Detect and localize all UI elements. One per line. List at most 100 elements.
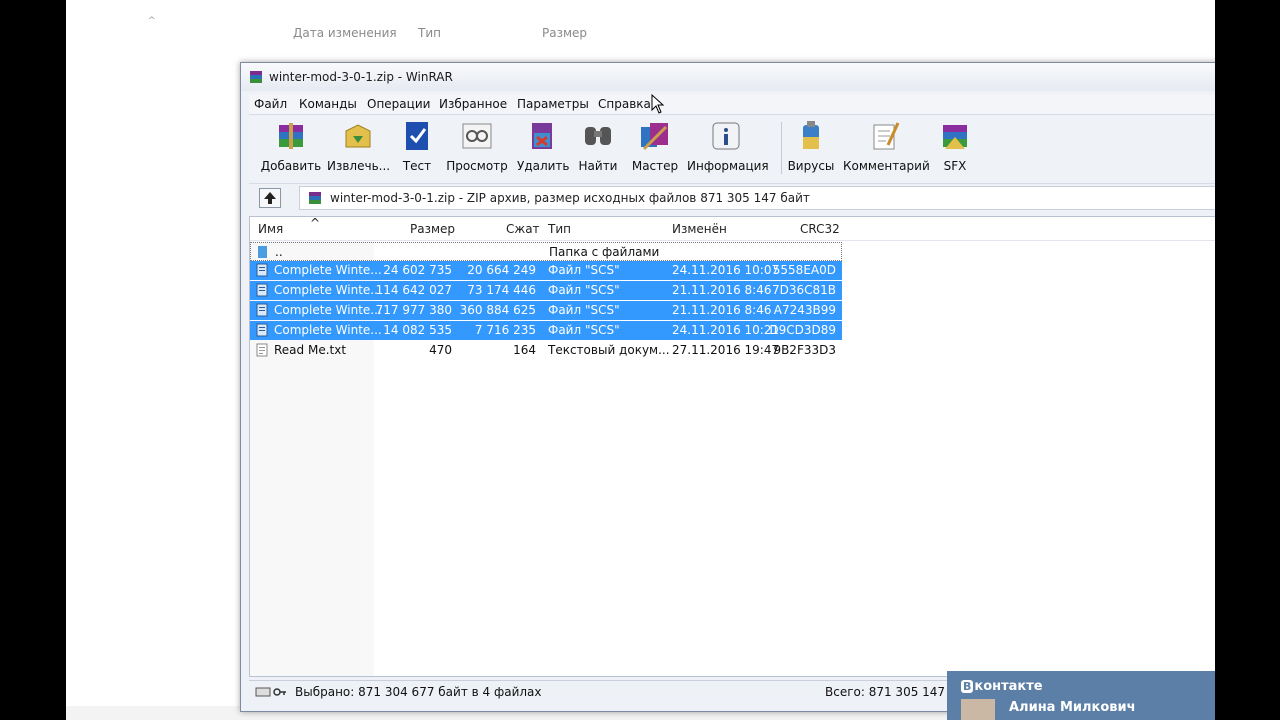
- row-packed: 360 884 625: [459, 303, 536, 317]
- row-type: Файл "SCS": [548, 303, 620, 317]
- row-size: 470: [429, 343, 452, 357]
- vk-overlay: Вконтакте Алина Милкович: [947, 671, 1215, 720]
- table-row[interactable]: Complete Winte... 24 602 735 20 664 249 …: [250, 261, 842, 280]
- title-bar[interactable]: winter-mod-3-0-1.zip - WinRAR: [241, 63, 1215, 91]
- window-title: winter-mod-3-0-1.zip - WinRAR: [269, 70, 453, 84]
- sort-arrow-icon: ^: [148, 16, 156, 26]
- comment-label: Комментарий: [843, 159, 930, 173]
- menu-bar: Файл Команды Операции Избранное Параметр…: [249, 94, 1215, 115]
- column-modified[interactable]: Изменён: [672, 222, 727, 236]
- winrar-window: winter-mod-3-0-1.zip - WinRAR Файл Коман…: [240, 62, 1215, 712]
- column-crc32[interactable]: CRC32: [800, 222, 840, 236]
- row-crc: 9B2F33D3: [773, 343, 836, 357]
- background-explorer-header: ^ Дата изменения Тип Размер: [66, 0, 1215, 64]
- row-packed: 164: [513, 343, 536, 357]
- menu-help[interactable]: Справка: [598, 97, 651, 111]
- find-label: Найти: [578, 159, 618, 173]
- drive-key-icon: [255, 687, 286, 697]
- table-row[interactable]: Read Me.txt 470 164 Текстовый докум... 2…: [250, 341, 842, 360]
- add-archive-icon: [279, 123, 303, 149]
- virus-scan-button[interactable]: Вирусы: [787, 119, 835, 179]
- find-icon: [585, 127, 611, 145]
- delete-icon: [532, 123, 552, 149]
- folder-up-icon: [258, 246, 267, 258]
- menu-commands[interactable]: Команды: [299, 97, 357, 111]
- row-packed: 73 174 446: [467, 283, 536, 297]
- vk-logo-text: контакте: [974, 679, 1043, 694]
- mouse-cursor-icon: [651, 94, 665, 114]
- bg-column-size[interactable]: Размер: [542, 26, 587, 40]
- view-button[interactable]: Просмотр: [445, 119, 509, 179]
- extract-icon: [345, 124, 371, 148]
- file-icon: [256, 263, 268, 277]
- menu-file[interactable]: Файл: [254, 97, 287, 111]
- comment-button[interactable]: Комментарий: [843, 119, 930, 179]
- column-header: ^ Имя Размер Сжат Тип Изменён CRC32: [250, 216, 1215, 241]
- row-type: Файл "SCS": [548, 263, 620, 277]
- test-icon: [406, 122, 428, 150]
- text-file-icon: [256, 343, 268, 357]
- table-row[interactable]: Complete Winte... 717 977 380 360 884 62…: [250, 301, 842, 320]
- sort-arrow-icon: ^: [310, 216, 321, 230]
- sfx-icon: [943, 125, 967, 149]
- file-icon: [256, 303, 268, 317]
- wizard-label: Мастер: [631, 159, 679, 173]
- vk-logo-letter: В: [961, 680, 974, 693]
- parent-folder-row[interactable]: .. Папка с файлами: [250, 242, 842, 261]
- test-label: Тест: [402, 159, 432, 173]
- sfx-button[interactable]: SFX: [937, 119, 973, 179]
- row-crc: 7D36C81B: [771, 283, 836, 297]
- address-field[interactable]: winter-mod-3-0-1.zip - ZIP архив, размер…: [299, 186, 1215, 210]
- status-selected: Выбрано: 871 304 677 байт в 4 файлах: [295, 685, 542, 699]
- menu-operations[interactable]: Операции: [367, 97, 430, 111]
- find-button[interactable]: Найти: [577, 119, 619, 179]
- table-row[interactable]: Complete Winte... 114 642 027 73 174 446…: [250, 281, 842, 300]
- add-label: Добавить: [260, 159, 322, 173]
- address-text: winter-mod-3-0-1.zip - ZIP архив, размер…: [330, 191, 810, 205]
- row-type: Файл "SCS": [548, 283, 620, 297]
- row-size: 717 977 380: [375, 303, 452, 317]
- vk-user-name: Алина Милкович: [1009, 700, 1136, 715]
- menu-options[interactable]: Параметры: [517, 97, 589, 111]
- test-button[interactable]: Тест: [395, 119, 439, 179]
- archive-icon: [309, 192, 321, 204]
- row-crc: 5558EA0D: [772, 263, 836, 277]
- wizard-icon: [641, 123, 668, 151]
- wizard-button[interactable]: Мастер: [629, 119, 681, 179]
- column-name[interactable]: Имя: [258, 222, 283, 236]
- bg-column-modified[interactable]: Дата изменения: [293, 26, 397, 40]
- file-icon: [256, 283, 268, 297]
- row-crc: D9CD3D89: [769, 323, 836, 337]
- toolbar: Добавить Извлечь... Тест Просмотр Удалит…: [249, 116, 1215, 180]
- row-name: Read Me.txt: [274, 343, 347, 357]
- delete-button[interactable]: Удалить: [517, 119, 570, 179]
- bg-column-type[interactable]: Тип: [418, 26, 441, 40]
- info-label: Информация: [687, 159, 769, 173]
- avatar: [961, 699, 995, 720]
- vk-logo: Вконтакте: [961, 679, 1043, 694]
- sfx-label: SFX: [943, 159, 967, 173]
- virus-scan-label: Вирусы: [787, 159, 835, 173]
- up-folder-button[interactable]: [259, 188, 281, 208]
- row-type: Текстовый докум...: [548, 343, 670, 357]
- row-size: 114 642 027: [375, 283, 452, 297]
- row-packed: 20 664 249: [467, 263, 536, 277]
- row-size: 14 082 535: [383, 323, 452, 337]
- file-list[interactable]: ^ Имя Размер Сжат Тип Изменён CRC32 .. П…: [249, 216, 1215, 677]
- column-packed[interactable]: Сжат: [506, 222, 540, 236]
- column-type[interactable]: Тип: [548, 222, 571, 236]
- virus-scan-icon: [803, 121, 819, 149]
- extract-button[interactable]: Извлечь...: [327, 119, 390, 179]
- parent-folder-name: ..: [275, 245, 283, 259]
- delete-label: Удалить: [517, 159, 570, 173]
- info-button[interactable]: Информация: [687, 119, 769, 179]
- menu-favorites[interactable]: Избранное: [439, 97, 507, 111]
- add-button[interactable]: Добавить: [257, 119, 325, 179]
- column-size[interactable]: Размер: [410, 222, 455, 236]
- toolbar-separator: [781, 122, 782, 174]
- file-icon: [256, 323, 268, 337]
- table-row[interactable]: Complete Winte... 14 082 535 7 716 235 Ф…: [250, 321, 842, 340]
- row-type: Файл "SCS": [548, 323, 620, 337]
- desktop-screen: ^ Дата изменения Тип Размер winter-mod-3…: [66, 0, 1215, 720]
- info-icon: [712, 122, 740, 150]
